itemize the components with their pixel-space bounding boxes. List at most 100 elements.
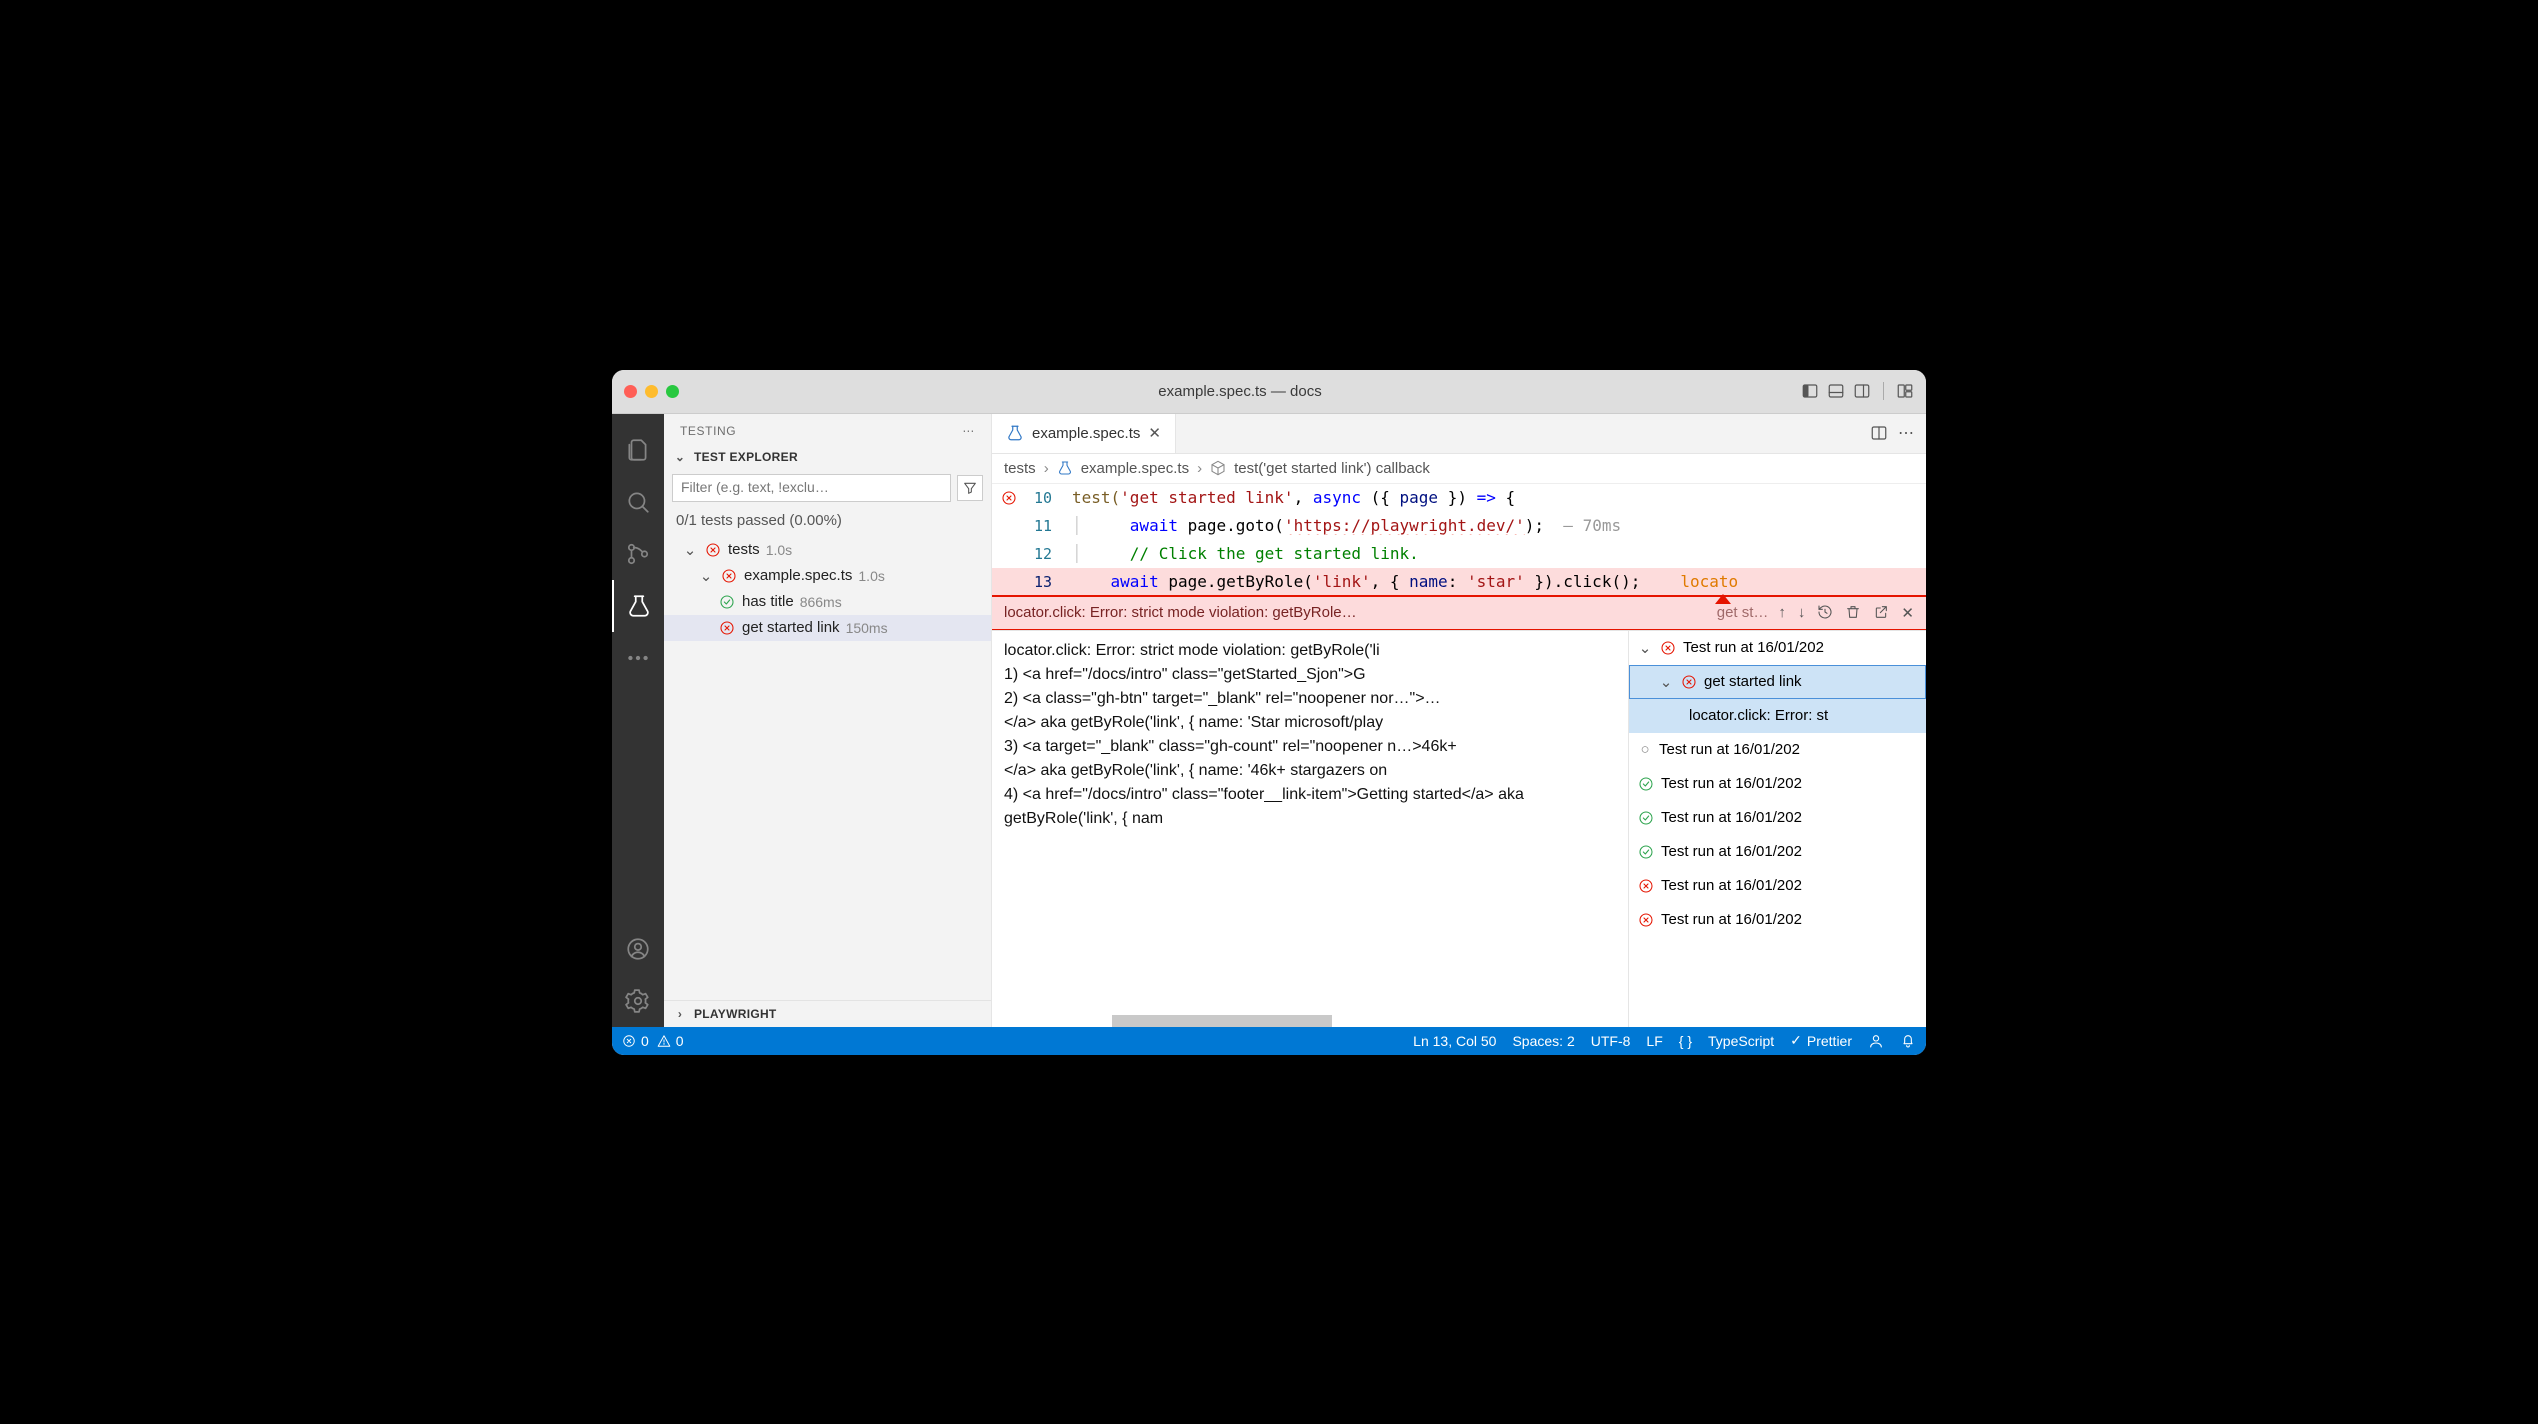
status-eol[interactable]: LF	[1646, 1033, 1662, 1049]
error-line: 4) <a href="/docs/intro" class="footer__…	[1004, 783, 1616, 831]
tree-label: get started link	[742, 619, 840, 636]
pass-icon	[1637, 843, 1655, 861]
symbol-icon	[1210, 460, 1226, 476]
close-icon[interactable]: ✕	[1901, 604, 1914, 622]
tree-test-has-title[interactable]: has title 866ms	[664, 589, 991, 615]
line-number: 11	[992, 517, 1062, 535]
tree-test-get-started[interactable]: get started link 150ms	[664, 615, 991, 641]
run-item[interactable]: Test run at 16/01/202	[1629, 767, 1926, 801]
status-bar: 0 0 Ln 13, Col 50 Spaces: 2 UTF-8 LF { }…	[612, 1027, 1926, 1055]
breadcrumb-item[interactable]: test('get started link') callback	[1234, 460, 1430, 477]
sidebar-title: TESTING	[680, 424, 736, 438]
beaker-icon	[1006, 424, 1024, 442]
run-item[interactable]: Test run at 16/01/202	[1629, 903, 1926, 937]
scrollbar-thumb[interactable]	[1112, 1015, 1332, 1027]
close-icon[interactable]: ✕	[1148, 424, 1161, 442]
tab-example-spec[interactable]: example.spec.ts ✕	[992, 414, 1176, 453]
prev-problem-icon[interactable]: ↑	[1778, 604, 1786, 622]
code-line-12: │ // Click the get started link.	[1062, 544, 1926, 563]
playwright-section[interactable]: › PLAYWRIGHT	[664, 1000, 991, 1027]
status-language[interactable]: TypeScript	[1708, 1033, 1774, 1049]
minimize-window[interactable]	[645, 385, 658, 398]
trash-icon[interactable]	[1845, 604, 1861, 620]
test-explorer-header[interactable]: ⌄ TEST EXPLORER	[664, 444, 991, 470]
next-problem-icon[interactable]: ↓	[1798, 604, 1806, 622]
run-item[interactable]: Test run at 16/01/202	[1629, 835, 1926, 869]
panel-left-icon[interactable]	[1801, 382, 1819, 400]
filter-input[interactable]: Filter (e.g. text, !exclu…	[672, 474, 951, 502]
code-editor[interactable]: 10 test('get started link', async ({ pag…	[992, 484, 1926, 596]
error-line: 3) <a target="_blank" class="gh-count" r…	[1004, 735, 1616, 759]
chevron-right-icon: ›	[672, 1007, 688, 1021]
error-line: 1) <a href="/docs/intro" class="getStart…	[1004, 663, 1616, 687]
run-label: Test run at 16/01/202	[1661, 877, 1802, 894]
run-label: Test run at 16/01/202	[1683, 639, 1824, 656]
sidebar-more-icon[interactable]: ⋯	[962, 424, 975, 438]
customize-layout-icon[interactable]	[1896, 382, 1914, 400]
history-icon[interactable]	[1817, 604, 1833, 620]
fail-icon	[720, 567, 738, 585]
more-icon[interactable]	[612, 632, 664, 684]
chevron-down-icon: ⌄	[1658, 673, 1674, 691]
run-label: get started link	[1704, 673, 1802, 690]
breadcrumb-item[interactable]: example.spec.ts	[1081, 460, 1189, 477]
close-window[interactable]	[624, 385, 637, 398]
split-editor-icon[interactable]	[1870, 424, 1888, 442]
line-number: 12	[992, 545, 1062, 563]
test-runs-panel: ⌄ Test run at 16/01/202 ⌄ get started li…	[1628, 631, 1926, 1027]
run-label: Test run at 16/01/202	[1661, 911, 1802, 928]
explorer-icon[interactable]	[612, 424, 664, 476]
status-errors[interactable]: 0	[622, 1033, 649, 1049]
run-label: Test run at 16/01/202	[1661, 843, 1802, 860]
accounts-icon[interactable]	[612, 923, 664, 975]
tab-label: example.spec.ts	[1032, 425, 1140, 442]
maximize-window[interactable]	[666, 385, 679, 398]
status-warnings[interactable]: 0	[657, 1033, 684, 1049]
fail-icon[interactable]	[1000, 489, 1018, 507]
run-item[interactable]: Test run at 16/01/202	[1629, 801, 1926, 835]
run-item[interactable]: ⌄ Test run at 16/01/202	[1629, 631, 1926, 665]
testing-icon[interactable]	[612, 580, 664, 632]
search-icon[interactable]	[612, 476, 664, 528]
test-summary: 0/1 tests passed (0.00%)	[664, 506, 991, 535]
chevron-down-icon: ⌄	[698, 567, 714, 585]
fail-icon	[704, 541, 722, 559]
status-spaces[interactable]: Spaces: 2	[1512, 1033, 1574, 1049]
open-external-icon[interactable]	[1873, 604, 1889, 620]
chevron-down-icon: ⌄	[682, 541, 698, 559]
vscode-window: example.spec.ts — docs TESTING ⋯	[612, 370, 1926, 1055]
run-item[interactable]: ○ Test run at 16/01/202	[1629, 733, 1926, 767]
run-label: Test run at 16/01/202	[1661, 775, 1802, 792]
breadcrumb-item[interactable]: tests	[1004, 460, 1036, 477]
status-encoding[interactable]: UTF-8	[1591, 1033, 1631, 1049]
problem-sub: get st…	[1717, 604, 1769, 621]
tree-time: 1.0s	[766, 542, 792, 558]
breadcrumb[interactable]: tests › example.spec.ts › test('get star…	[992, 454, 1926, 484]
run-label: locator.click: Error: st	[1689, 707, 1828, 724]
fail-icon	[1659, 639, 1677, 657]
error-detail[interactable]: locator.click: Error: strict mode violat…	[992, 631, 1628, 1027]
tab-more-icon[interactable]: ⋯	[1898, 423, 1914, 443]
test-tree: ⌄ tests 1.0s ⌄ example.spec.ts 1.0s has …	[664, 535, 991, 643]
code-line-11: │ await page.goto('https://playwright.de…	[1062, 516, 1926, 535]
filter-icon[interactable]	[957, 475, 983, 501]
panel-bottom-icon[interactable]	[1827, 382, 1845, 400]
code-line-10: test('get started link', async ({ page }…	[1062, 488, 1926, 507]
settings-icon[interactable]	[612, 975, 664, 1027]
feedback-icon[interactable]	[1868, 1033, 1884, 1049]
editor-tabs: example.spec.ts ✕ ⋯	[992, 414, 1926, 454]
tree-file-example[interactable]: ⌄ example.spec.ts 1.0s	[664, 563, 991, 589]
bell-icon[interactable]	[1900, 1033, 1916, 1049]
error-line: </a> aka getByRole('link', { name: 'Star…	[1004, 711, 1616, 735]
run-item-selected[interactable]: ⌄ get started link	[1629, 665, 1926, 699]
chevron-down-icon: ⌄	[672, 450, 688, 464]
panel-right-icon[interactable]	[1853, 382, 1871, 400]
status-braces-icon[interactable]: { }	[1679, 1033, 1692, 1049]
source-control-icon[interactable]	[612, 528, 664, 580]
tree-folder-tests[interactable]: ⌄ tests 1.0s	[664, 537, 991, 563]
run-item-detail[interactable]: locator.click: Error: st	[1629, 699, 1926, 733]
status-cursor-pos[interactable]: Ln 13, Col 50	[1413, 1033, 1496, 1049]
status-prettier[interactable]: ✓ Prettier	[1790, 1032, 1852, 1049]
run-item[interactable]: Test run at 16/01/202	[1629, 869, 1926, 903]
problem-message[interactable]: locator.click: Error: strict mode violat…	[1004, 604, 1707, 621]
